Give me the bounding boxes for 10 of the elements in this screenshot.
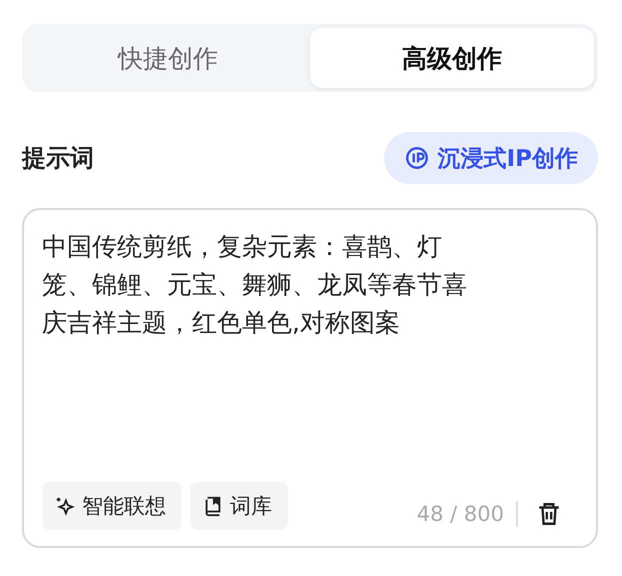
mode-tab[interactable]: 快捷创作 <box>26 28 310 88</box>
mode-tab[interactable]: 高级创作 <box>310 28 594 88</box>
section-label: 提示词 <box>22 143 94 174</box>
prompt-field[interactable]: 中国传统剪纸，复杂元素：喜鹊、灯笼、锦鲤、元宝、舞狮、龙凤等春节喜庆吉祥主题，红色单色,对称图案 智能联想 词库 48 / 800 <box>22 208 598 548</box>
char-counter: 48 / 800 <box>416 501 518 527</box>
lexicon-button[interactable]: 词库 <box>190 482 288 530</box>
ip-icon <box>404 145 430 171</box>
suggest-button[interactable]: 智能联想 <box>42 482 182 530</box>
sparkle-icon <box>54 495 76 517</box>
ip-create-button[interactable]: 沉浸式IP创作 <box>384 132 598 184</box>
